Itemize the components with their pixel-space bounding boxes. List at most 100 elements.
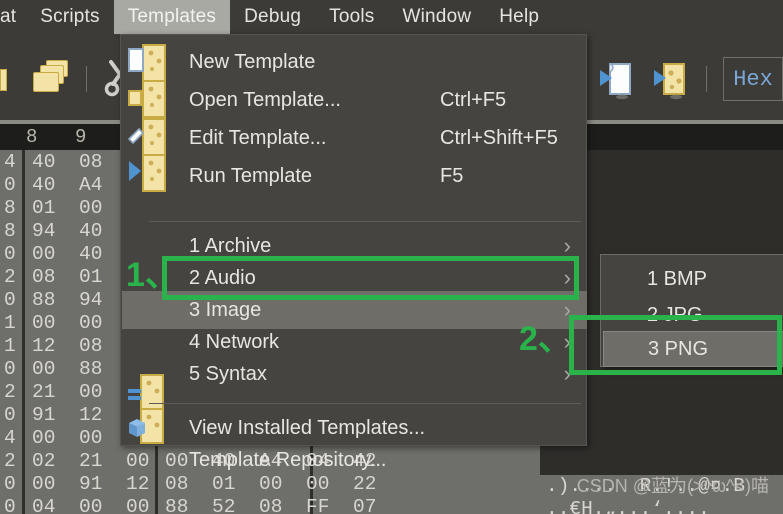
menu-help-label: Help xyxy=(499,6,540,27)
hex-byte: 00 xyxy=(32,473,56,495)
hex-byte: 52 xyxy=(212,496,236,514)
hex-byte: 00 xyxy=(79,496,103,514)
hex-byte: 88 xyxy=(79,358,103,380)
menu-debug-label: Debug xyxy=(244,6,302,27)
hex-byte: 08 xyxy=(32,266,56,288)
hex-col-8: 8 xyxy=(26,126,38,148)
hex-partial-byte: 8 xyxy=(4,220,16,242)
hex-byte: 02 xyxy=(32,450,56,472)
hex-partial-byte: 0 xyxy=(4,289,16,311)
hex-byte: 94 xyxy=(32,220,56,242)
image-submenu[interactable]: 1 BMP 2 JPG 3 PNG xyxy=(600,254,783,367)
toolbar-separator-3 xyxy=(706,66,707,92)
hex-partial-byte: 0 xyxy=(4,496,16,514)
hex-byte: 21 xyxy=(32,381,56,403)
watermark: CSDN @蓝为(>^ω^<)喵 xyxy=(576,476,769,496)
hex-byte: 40 xyxy=(79,243,103,265)
hex-byte: 91 xyxy=(32,404,56,426)
hex-partial-byte: 8 xyxy=(4,197,16,219)
templates-dropdown-menu[interactable]: New Template Open Template... Ctrl+F5 Edit … xyxy=(120,34,587,471)
hex-partial-byte: 4 xyxy=(4,427,16,449)
hex-byte: 04 xyxy=(32,496,56,514)
dropdown-item-new-template[interactable]: New Template xyxy=(122,43,587,81)
menu-help[interactable]: Help xyxy=(485,0,553,34)
menu-tools-label: Tools xyxy=(329,6,375,27)
chevron-right-icon: › xyxy=(563,297,571,322)
annotation-step-1: 1、 xyxy=(126,256,179,294)
dropdown-item-label: View Installed Templates... xyxy=(189,416,426,439)
menu-format[interactable]: at xyxy=(0,0,26,34)
run-script-icon[interactable] xyxy=(596,56,642,102)
menu-templates-label: Templates xyxy=(127,6,217,27)
hex-partial-byte: 2 xyxy=(4,450,16,472)
chevron-right-icon: › xyxy=(563,233,571,258)
hex-row[interactable]: 0 04 00 00 88 52 08 FF 07 xyxy=(0,495,540,514)
hex-byte: 00 xyxy=(79,197,103,219)
run-template-icon[interactable] xyxy=(650,56,696,102)
hex-partial-byte: 0 xyxy=(4,174,16,196)
dropdown-item-label: 5 Syntax xyxy=(189,362,267,385)
hex-partial-byte: 0 xyxy=(4,404,16,426)
menu-window[interactable]: Window xyxy=(388,0,485,34)
hex-byte: 00 xyxy=(32,312,56,334)
hex-partial-byte: 4 xyxy=(4,151,16,173)
dropdown-item-label: Run Template xyxy=(189,164,313,187)
menu-window-label: Window xyxy=(402,6,472,27)
hex-partial-byte: 0 xyxy=(4,473,16,495)
hex-col-9: 9 xyxy=(75,126,87,148)
menu-scripts-label: Scripts xyxy=(40,6,100,27)
hex-byte: 40 xyxy=(32,151,56,173)
hex-byte: 91 xyxy=(79,473,103,495)
hex-byte: 01 xyxy=(79,266,103,288)
submenu-item-1-bmp[interactable]: 1 BMP xyxy=(603,261,783,297)
hex-byte: FF xyxy=(306,496,330,514)
menu-templates[interactable]: Templates xyxy=(113,0,231,34)
hex-byte: 08 xyxy=(79,335,103,357)
hex-byte: 01 xyxy=(32,197,56,219)
dropdown-item-run-template[interactable]: Run Template F5 xyxy=(122,157,587,195)
hex-view-button[interactable]: Hex xyxy=(723,57,783,101)
hex-byte: 00 xyxy=(32,243,56,265)
submenu-item-3-png[interactable]: 3 PNG xyxy=(603,331,783,367)
hex-byte: 21 xyxy=(79,450,103,472)
dropdown-item-label: New Template xyxy=(189,50,316,73)
submenu-item-label: 3 PNG xyxy=(648,337,709,360)
menu-scripts[interactable]: Scripts xyxy=(26,0,113,34)
menu-tools[interactable]: Tools xyxy=(315,0,388,34)
dropdown-item-label: 4 Network xyxy=(189,330,280,353)
hex-byte: 12 xyxy=(32,335,56,357)
copy-folders-icon[interactable] xyxy=(30,56,76,102)
menu-bar: at Scripts Templates Debug Tools Window … xyxy=(0,0,783,34)
dropdown-item-open-template[interactable]: Open Template... Ctrl+F5 xyxy=(122,81,587,119)
hex-partial-byte: 0 xyxy=(4,358,16,380)
dropdown-separator-1 xyxy=(149,221,581,222)
dropdown-item-template-repository[interactable]: Template Repository... xyxy=(122,441,587,479)
hex-byte: 12 xyxy=(79,404,103,426)
dropdown-item-label: Template Repository... xyxy=(189,448,387,471)
toolbar-partial-icon[interactable] xyxy=(0,59,8,99)
chevron-right-icon: › xyxy=(563,361,571,386)
hex-partial-byte: 1 xyxy=(4,312,16,334)
hex-byte: A4 xyxy=(79,174,103,196)
hex-byte: 00 xyxy=(79,427,103,449)
dropdown-item-edit-template[interactable]: Edit Template... Ctrl+Shift+F5 xyxy=(122,119,587,157)
submenu-item-label: 1 BMP xyxy=(647,267,708,290)
hex-byte: 08 xyxy=(79,151,103,173)
hex-byte: 88 xyxy=(32,289,56,311)
menu-debug[interactable]: Debug xyxy=(230,0,315,34)
hex-partial-byte: 1 xyxy=(4,335,16,357)
dropdown-item-5-syntax[interactable]: 5 Syntax › xyxy=(122,355,587,393)
hex-byte: 94 xyxy=(79,289,103,311)
chevron-right-icon: › xyxy=(563,265,571,290)
dropdown-separator-2 xyxy=(149,403,581,404)
hex-ascii-row[interactable]: ..€H.„...‘.... xyxy=(540,498,783,514)
dropdown-item-accelerator: Ctrl+F5 xyxy=(440,88,507,111)
hex-editor-window: at Scripts Templates Debug Tools Window … xyxy=(0,0,783,514)
submenu-item-2-jpg[interactable]: 2 JPG xyxy=(603,297,783,333)
hex-byte: 00 xyxy=(79,381,103,403)
dropdown-item-label: 3 Image xyxy=(189,298,262,321)
hex-byte: 00 xyxy=(126,496,150,514)
dropdown-item-label: 2 Audio xyxy=(189,266,256,289)
dropdown-item-accelerator: F5 xyxy=(440,164,464,187)
hex-byte: 00 xyxy=(79,312,103,334)
